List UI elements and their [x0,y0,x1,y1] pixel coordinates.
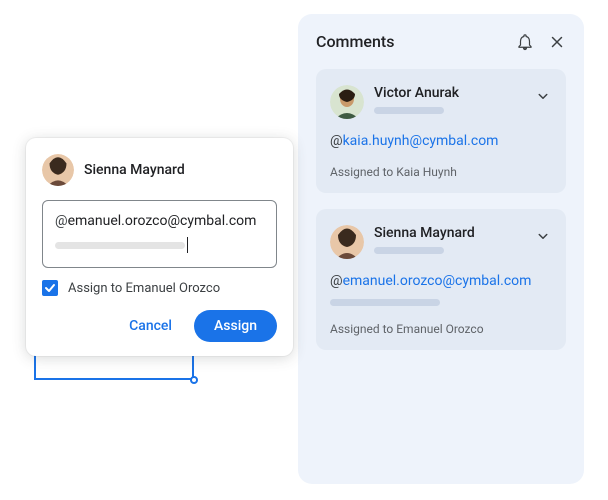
selection-handle[interactable] [190,376,198,384]
comment-author: Sienna Maynard [374,225,534,241]
comment-author: Victor Anurak [374,85,534,101]
assign-checkbox-label: Assign to Emanuel Orozco [68,281,220,296]
assigned-to-text: Assigned to Emanuel Orozco [330,322,552,336]
text-placeholder-line [55,242,185,249]
comment-mention: @kaia.huynh@cymbal.com [330,133,552,149]
avatar [330,225,364,259]
check-icon [44,282,56,294]
comments-header: Comments [316,32,566,51]
assign-button[interactable]: Assign [194,310,277,342]
dialog-author-name: Sienna Maynard [84,162,185,178]
at-symbol: @ [330,133,343,149]
mention-email[interactable]: emanuel.orozco@cymbal.com [343,273,532,289]
input-line-2 [55,237,264,253]
comment-header: Sienna Maynard [330,225,552,259]
cell-selection-indicator [34,352,194,380]
avatar [42,154,74,186]
mention-email[interactable]: kaia.huynh@cymbal.com [343,133,499,149]
assign-checkbox[interactable] [42,280,58,296]
at-symbol: @ [330,273,343,289]
comments-panel: Comments Victor Anurak @kaia.huynh@cymba… [298,14,584,484]
assign-dialog: Sienna Maynard @emanuel.orozco@cymbal.co… [26,138,293,356]
comment-meta: Sienna Maynard [374,225,534,254]
at-symbol: @ [55,213,68,229]
comment-card[interactable]: Victor Anurak @kaia.huynh@cymbal.com Ass… [316,69,566,193]
timestamp-placeholder [374,247,444,254]
bell-icon[interactable] [516,33,534,51]
text-cursor [187,237,188,253]
comment-input-text: @emanuel.orozco@cymbal.com [55,213,264,229]
comment-mention: @emanuel.orozco@cymbal.com [330,273,552,289]
avatar [330,85,364,119]
comment-header: Victor Anurak [330,85,552,119]
comment-meta: Victor Anurak [374,85,534,114]
dialog-actions: Cancel Assign [42,310,277,342]
text-placeholder-line [330,299,440,306]
close-icon[interactable] [548,33,566,51]
mention-email: emanuel.orozco@cymbal.com [68,213,257,229]
assigned-to-text: Assigned to Kaia Huynh [330,165,552,179]
comment-input[interactable]: @emanuel.orozco@cymbal.com [42,200,277,268]
timestamp-placeholder [374,107,444,114]
chevron-down-icon[interactable] [534,227,552,245]
dialog-header: Sienna Maynard [42,154,277,186]
comments-title: Comments [316,32,502,51]
assign-checkbox-row[interactable]: Assign to Emanuel Orozco [42,280,277,296]
comment-card[interactable]: Sienna Maynard @emanuel.orozco@cymbal.co… [316,209,566,350]
chevron-down-icon[interactable] [534,87,552,105]
cancel-button[interactable]: Cancel [115,310,186,342]
